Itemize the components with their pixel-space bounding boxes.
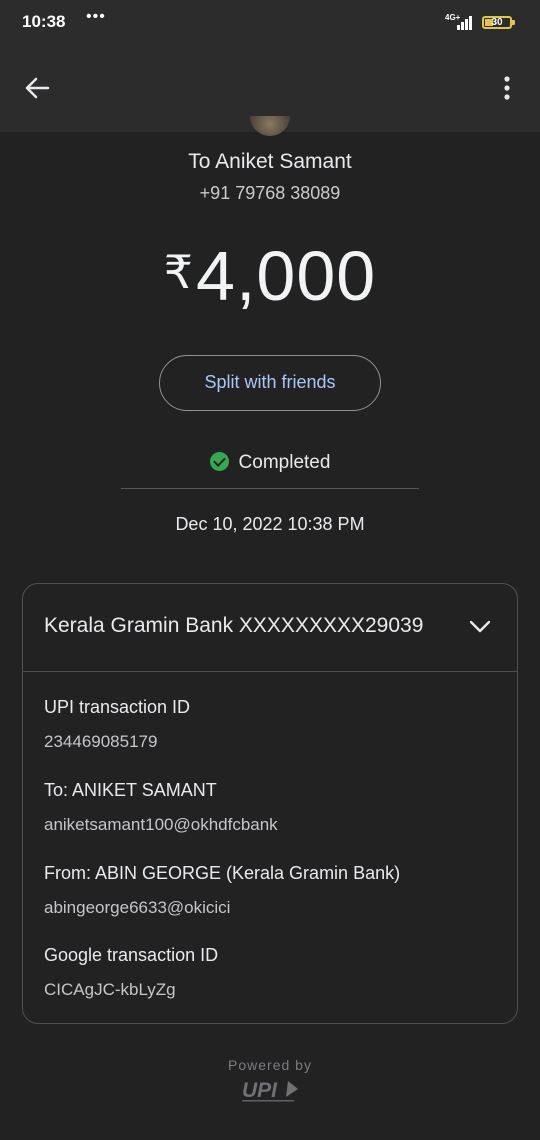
- amount-value: 4,000: [196, 237, 377, 315]
- currency-symbol: ₹: [163, 246, 195, 298]
- transaction-status: Completed: [0, 452, 540, 474]
- check-circle-icon: [209, 452, 229, 471]
- status-time: 10:38: [22, 12, 66, 31]
- google-transaction-id-value: CICAgJC-kbLyZg: [44, 980, 176, 999]
- more-options-button[interactable]: [492, 68, 522, 108]
- from-upi-id: abingeorge6633@okicici: [44, 898, 231, 917]
- transaction-datetime: Dec 10, 2022 10:38 PM: [175, 514, 365, 534]
- upi-logo-text: UPI: [242, 1079, 278, 1102]
- recipient-phone: +91 79768 38089: [199, 183, 341, 203]
- back-button[interactable]: [18, 68, 58, 108]
- upi-transaction-id-label: UPI transaction ID: [44, 697, 191, 717]
- upi-transaction-id-value: 234469085179: [44, 732, 158, 751]
- from-label: From: ABIN GEORGE (Kerala Gramin Bank): [44, 863, 401, 883]
- more-vert-icon: [504, 76, 510, 100]
- status-bar: 10:38 ••• 4G+ 30: [0, 0, 540, 46]
- status-label: Completed: [238, 452, 331, 473]
- powered-by-text: Powered by: [228, 1057, 312, 1073]
- recipient-avatar: [250, 116, 290, 136]
- back-arrow-icon: [25, 77, 50, 99]
- split-with-friends-button[interactable]: Split with friends: [159, 355, 381, 411]
- bank-account-name: Kerala Gramin Bank XXXXXXXXX29039: [44, 614, 424, 637]
- to-upi-id: aniketsamant100@okhdfcbank: [44, 815, 278, 834]
- battery-level: 30: [491, 17, 503, 28]
- google-transaction-id-label: Google transaction ID: [44, 945, 219, 965]
- to-label: To: ANIKET SAMANT: [44, 780, 217, 800]
- notification-dots: •••: [86, 8, 106, 25]
- transaction-details-card: Kerala Gramin Bank XXXXXXXXX29039 UPI tr…: [22, 583, 518, 1024]
- payment-amount: ₹4,000: [0, 236, 540, 316]
- bank-account-row[interactable]: Kerala Gramin Bank XXXXXXXXX29039: [23, 584, 517, 672]
- upi-logo: UPI: [242, 1079, 298, 1102]
- recipient-name: To Aniket Samant: [188, 150, 352, 173]
- divider: [121, 488, 419, 489]
- signal-icon: [455, 14, 475, 30]
- chevron-down-icon: [469, 620, 491, 633]
- battery-icon: 30: [482, 16, 515, 29]
